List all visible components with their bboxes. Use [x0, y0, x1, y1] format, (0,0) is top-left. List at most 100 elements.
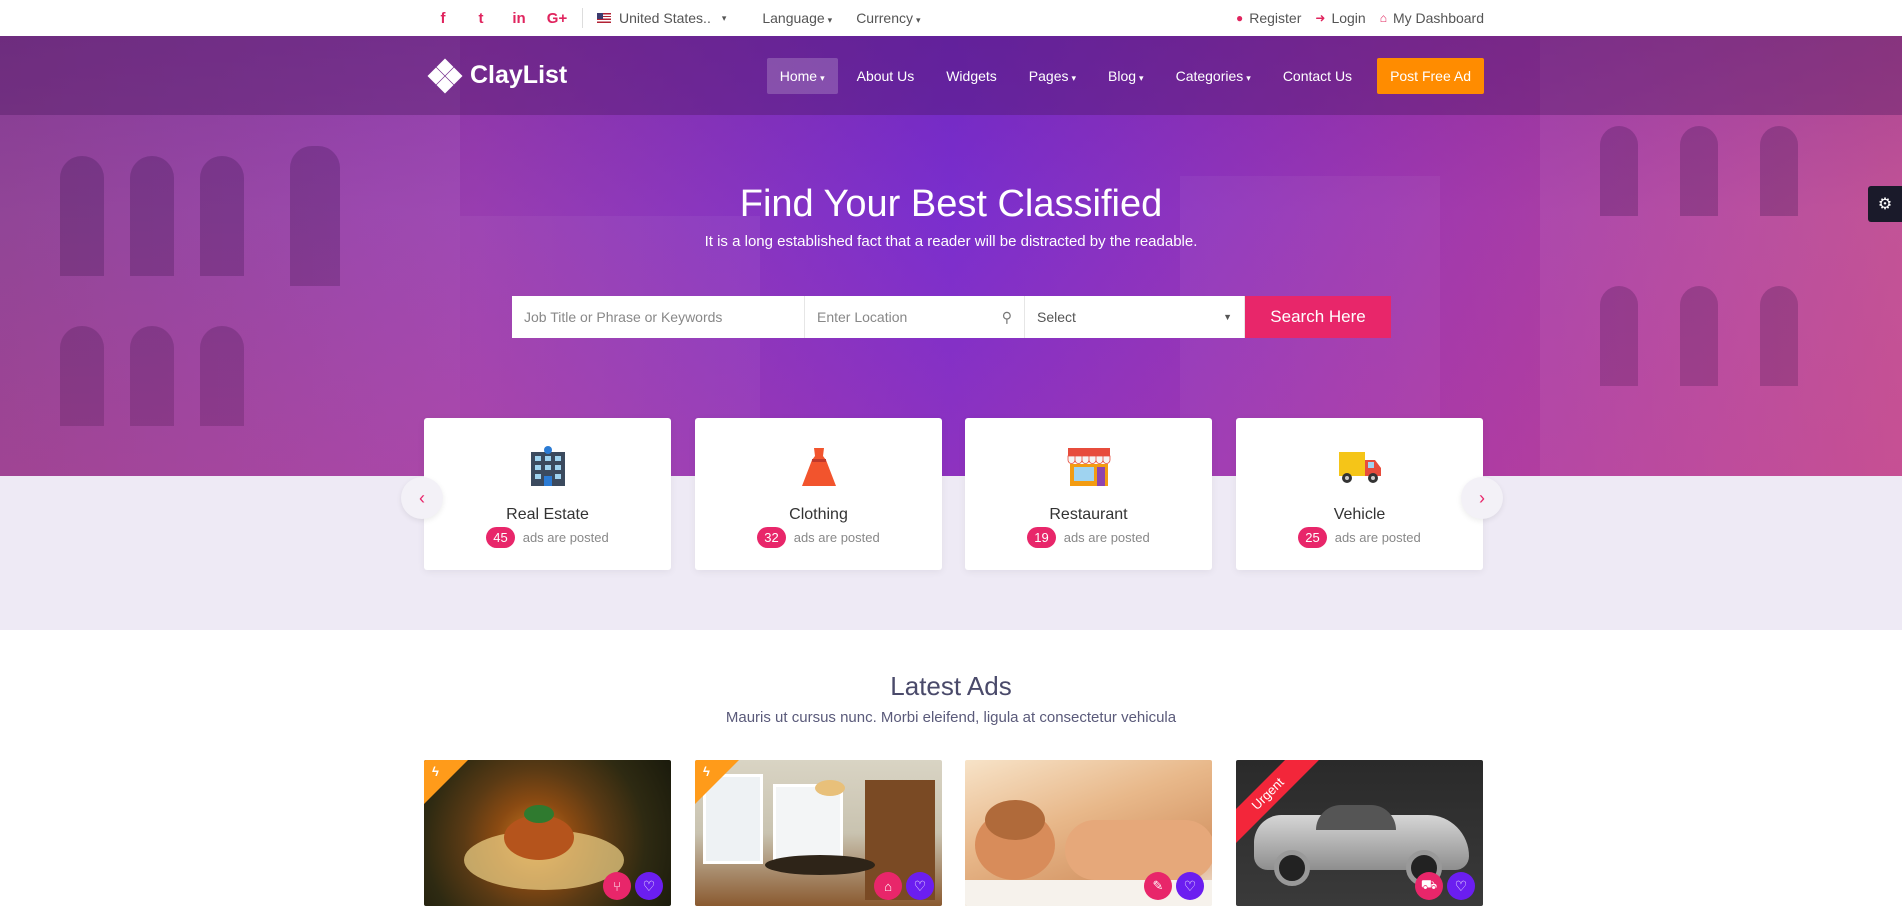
caret-down-icon: ▼: [1223, 312, 1232, 322]
nav-item-contact[interactable]: Contact Us: [1270, 58, 1365, 94]
ad-card[interactable]: Urgent ⛟ ♡: [1236, 760, 1483, 906]
location-placeholder: Enter Location: [817, 309, 908, 325]
truck-icon: [1338, 452, 1381, 483]
nav-item-categories[interactable]: Categories ▾: [1163, 58, 1264, 94]
nav-label: About Us: [856, 67, 915, 84]
search-bar: Job Title or Phrase or Keywords Enter Lo…: [512, 296, 1391, 338]
car-icon[interactable]: ⛟: [1415, 872, 1443, 900]
ad-card[interactable]: ϟ ⌂ ♡: [695, 760, 942, 906]
heart-icon[interactable]: ♡: [635, 872, 663, 900]
country-selector[interactable]: United States.. ▾: [597, 10, 726, 26]
caret-down-icon: ▾: [721, 12, 727, 23]
keyword-placeholder: Job Title or Phrase or Keywords: [524, 309, 723, 325]
keyword-input[interactable]: Job Title or Phrase or Keywords: [512, 296, 805, 338]
category-select[interactable]: Select ▼: [1025, 296, 1245, 338]
currency-label: Currency: [856, 10, 913, 26]
brush-icon[interactable]: ✎: [1144, 872, 1172, 900]
section-subtitle: Mauris ut cursus nunc. Morbi eleifend, l…: [725, 709, 1177, 726]
category-band: [0, 476, 1902, 630]
flash-icon: ϟ: [703, 764, 710, 779]
caret-down-icon: ▾: [820, 72, 825, 83]
heart-icon[interactable]: ♡: [1447, 872, 1475, 900]
ad-card[interactable]: ϟ ⑂ ♡: [424, 760, 671, 906]
category-name: Restaurant: [1049, 506, 1128, 523]
nav-label: Widgets: [946, 67, 997, 84]
currency-dropdown[interactable]: Currency ▾: [856, 10, 920, 26]
brand-name: ClayList: [470, 61, 568, 89]
map-marker-icon: ⚲: [1001, 308, 1012, 325]
category-name: Real Estate: [506, 506, 589, 523]
post-free-ad-button[interactable]: Post Free Ad: [1377, 57, 1484, 94]
count-suffix: ads are posted: [1063, 530, 1150, 545]
building-icon: [530, 446, 565, 486]
nav-item-about[interactable]: About Us: [844, 58, 928, 94]
category-card-restaurant[interactable]: Restaurant 19 ads are posted: [965, 418, 1212, 570]
register-label: Register: [1249, 10, 1302, 26]
category-name: Vehicle: [1333, 506, 1386, 523]
count-badge: 25: [1298, 527, 1327, 548]
cutlery-icon[interactable]: ⑂: [603, 872, 631, 900]
count-suffix: ads are posted: [522, 530, 609, 545]
featured-ribbon: [695, 760, 739, 804]
hero-subtitle: It is a long established fact that a rea…: [704, 233, 1198, 250]
category-card-real-estate[interactable]: Real Estate 45 ads are posted: [424, 418, 671, 570]
linkedin-icon[interactable]: in: [500, 10, 538, 27]
caret-down-icon: ▾: [827, 15, 833, 25]
category-card-clothing[interactable]: Clothing 32 ads are posted: [695, 418, 942, 570]
user-icon: ●: [1235, 11, 1244, 25]
nav-item-widgets[interactable]: Widgets: [933, 58, 1010, 94]
hero-title: Find Your Best Classified: [739, 183, 1163, 225]
language-dropdown[interactable]: Language ▾: [762, 10, 832, 26]
count-badge: 32: [757, 527, 786, 548]
location-input[interactable]: Enter Location ⚲: [805, 296, 1025, 338]
featured-ribbon: [424, 760, 468, 804]
search-button[interactable]: Search Here: [1245, 296, 1391, 338]
nav-item-blog[interactable]: Blog ▾: [1095, 58, 1157, 94]
logo-mark-icon: [427, 58, 463, 93]
caret-down-icon: ▾: [1246, 72, 1251, 83]
main-navbar: ClayList Home ▾ About Us Widgets Pages ▾ B…: [0, 36, 1902, 115]
caret-down-icon: ▾: [915, 15, 921, 25]
brand-logo[interactable]: ClayList: [427, 58, 568, 93]
divider: [582, 8, 583, 28]
count-suffix: ads are posted: [1334, 530, 1421, 545]
home-icon: ⌂: [1379, 11, 1387, 25]
register-link[interactable]: ● Register: [1236, 10, 1301, 26]
count-suffix: ads are posted: [793, 530, 880, 545]
chevron-left-icon: ‹: [419, 487, 425, 508]
google-plus-icon[interactable]: G+: [538, 10, 576, 27]
nav-item-home[interactable]: Home ▾: [766, 57, 838, 94]
nav-menu: Home ▾ About Us Widgets Pages ▾ Blog ▾ Cate…: [766, 57, 1484, 94]
facebook-icon[interactable]: f: [424, 10, 462, 27]
heart-icon[interactable]: ♡: [1176, 872, 1204, 900]
carousel-prev-button[interactable]: ‹: [401, 477, 443, 519]
flash-icon: ϟ: [432, 764, 439, 779]
top-bar: f t in G+ United States.. ▾ Language ▾ Cu…: [0, 0, 1902, 36]
twitter-icon[interactable]: t: [462, 10, 500, 27]
nav-label: Categories: [1175, 67, 1244, 84]
dashboard-link[interactable]: ⌂ My Dashboard: [1380, 10, 1484, 26]
section-title: Latest Ads: [890, 671, 1012, 701]
ad-card[interactable]: ✎ ♡: [965, 760, 1212, 906]
category-name: Clothing: [789, 506, 848, 523]
dashboard-label: My Dashboard: [1392, 10, 1484, 26]
category-card-vehicle[interactable]: Vehicle 25 ads are posted: [1236, 418, 1483, 570]
caret-down-icon: ▾: [1071, 72, 1077, 83]
nav-label: Home: [779, 67, 818, 84]
heart-icon[interactable]: ♡: [906, 872, 934, 900]
login-link[interactable]: ➜ Login: [1315, 10, 1365, 26]
dress-icon: [801, 448, 836, 486]
home-icon[interactable]: ⌂: [874, 872, 902, 900]
language-label: Language: [762, 10, 825, 26]
sign-in-icon: ➜: [1315, 11, 1326, 25]
select-value: Select: [1037, 309, 1076, 325]
nav-label: Contact Us: [1282, 67, 1353, 84]
carousel-next-button[interactable]: ›: [1461, 477, 1503, 519]
us-flag-icon: [597, 13, 611, 23]
shop-icon: [1067, 448, 1110, 486]
nav-label: Blog: [1108, 67, 1137, 84]
nav-item-pages[interactable]: Pages ▾: [1016, 58, 1089, 94]
country-label: United States..: [619, 10, 711, 26]
caret-down-icon: ▾: [1139, 72, 1144, 83]
count-badge: 45: [486, 527, 515, 548]
